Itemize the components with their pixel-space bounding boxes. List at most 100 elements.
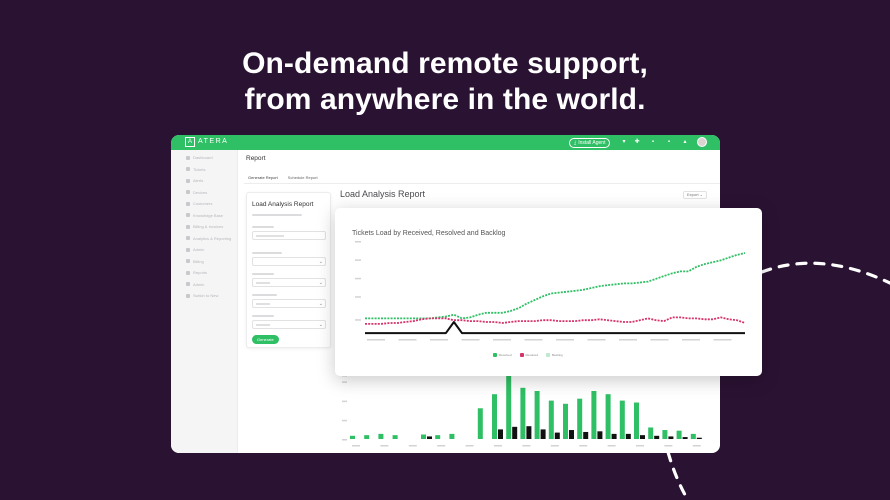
bar-received: [506, 375, 512, 439]
x-tick-mark: [494, 445, 502, 447]
x-tick-mark: [430, 339, 448, 341]
bar-received: [392, 435, 398, 439]
x-tick-mark: [465, 445, 474, 447]
headline-line-2: from anywhere in the world.: [244, 83, 646, 116]
y-tick-mark: [342, 419, 347, 422]
sidebar-item[interactable]: Tickets: [171, 164, 237, 176]
bar-backlog: [554, 432, 560, 439]
y-tick-mark: [342, 381, 347, 383]
series-line-backlog: [365, 321, 745, 335]
sidebar-item-icon: [186, 190, 190, 195]
chart-card: Tickets Load by Received, Resolved and B…: [335, 208, 762, 376]
export-button[interactable]: Export ⌄: [683, 191, 708, 199]
bar-received: [563, 403, 568, 439]
chat-icon[interactable]: ▪: [649, 138, 657, 146]
bar-backlog: [427, 436, 432, 439]
bar-backlog: [625, 433, 631, 439]
y-tick-mark: [355, 319, 361, 321]
install-agent-button[interactable]: ⤓ Install Agent: [569, 138, 611, 148]
bar-received: [591, 391, 597, 439]
bar-received: [634, 402, 639, 439]
bar-received: [605, 394, 611, 439]
bar-received: [492, 394, 497, 439]
video-icon[interactable]: ▪: [665, 138, 673, 146]
legend-label: Received: [499, 353, 512, 357]
y-tick-mark: [355, 241, 361, 243]
x-tick-mark: [619, 339, 637, 341]
bar-backlog: [654, 435, 660, 439]
x-tick-mark: [437, 445, 446, 447]
sidebar-item[interactable]: Dashboard: [171, 152, 237, 164]
sidebar-item-icon: [186, 167, 190, 172]
bar-backlog: [569, 430, 574, 439]
download-icon[interactable]: ▾: [620, 138, 628, 146]
bar-received: [548, 400, 554, 439]
bar-received: [648, 427, 654, 439]
bar-received: [477, 408, 483, 439]
x-tick-mark: [380, 445, 389, 447]
legend-label: Resolved: [525, 353, 539, 357]
bar-received: [619, 400, 625, 439]
sidebar-item[interactable]: Customers: [171, 198, 237, 210]
headline-line-1: On-demand remote support,: [242, 47, 648, 80]
sidebar-item-label: Devices: [193, 189, 208, 195]
bell-icon[interactable]: ▴: [681, 138, 689, 146]
bar-backlog: [597, 431, 603, 439]
bar-received: [435, 435, 441, 439]
analysis-title: Load Analysis Report: [340, 189, 426, 199]
bar-received: [421, 434, 426, 439]
y-tick-mark: [342, 400, 347, 403]
x-tick-mark: [352, 445, 360, 447]
plus-icon[interactable]: ✚: [633, 138, 641, 146]
logo-mark-icon: A: [185, 137, 195, 147]
x-tick-mark: [556, 339, 574, 341]
sidebar-item[interactable]: Alerts: [171, 175, 237, 187]
x-tick-mark: [587, 339, 606, 341]
bar-backlog: [640, 435, 645, 439]
x-tick-mark: [579, 445, 588, 447]
legend-swatch: [519, 353, 524, 357]
atera-logo[interactable]: A ATERA: [185, 137, 228, 147]
bar-received: [676, 430, 682, 439]
x-tick-mark: [692, 445, 701, 447]
x-tick-mark: [550, 445, 559, 447]
legend-swatch: [493, 353, 497, 357]
x-tick-mark: [682, 339, 700, 341]
top-bar: A ATERA ⤓ Install Agent ▾ ✚ ▪ ▪ ▴: [171, 135, 720, 150]
bar-received: [378, 433, 384, 439]
series-line-resolved: [365, 316, 746, 325]
bar-backlog: [682, 437, 688, 439]
x-tick-mark: [398, 339, 417, 341]
legend-item-resolved[interactable]: Resolved: [519, 353, 539, 357]
tab-divider: [244, 183, 720, 184]
bar-received: [534, 391, 540, 439]
legend-swatch: [546, 353, 551, 357]
bar-backlog: [526, 426, 532, 439]
download-icon: ⤓: [574, 140, 577, 146]
x-tick-mark: [650, 339, 669, 341]
bar-backlog: [668, 436, 674, 439]
install-agent-label: Install Agent: [578, 140, 606, 146]
legend-item-backlog[interactable]: Backlog: [546, 353, 563, 357]
legend-item-received[interactable]: Received: [493, 353, 512, 357]
avatar[interactable]: [697, 137, 707, 147]
sidebar-item[interactable]: Devices: [171, 187, 237, 199]
bar-received: [662, 430, 668, 439]
bar-received: [364, 435, 370, 439]
sidebar-item-icon: [186, 201, 190, 206]
sidebar-item-icon: [186, 178, 190, 183]
bar-backlog: [583, 431, 589, 439]
x-tick-mark: [408, 445, 417, 447]
x-tick-mark: [493, 339, 511, 341]
series-line-received: [365, 252, 746, 320]
x-tick-mark: [461, 339, 480, 341]
x-tick-mark: [713, 339, 732, 341]
page-title: Report: [246, 155, 266, 162]
bar-received: [577, 398, 583, 439]
filter-panel-title: Load Analysis Report: [252, 201, 314, 208]
logo-text: ATERA: [198, 138, 229, 145]
headline: On-demand remote support, from anywhere …: [0, 46, 890, 118]
sidebar-item-label: Customers: [193, 201, 213, 207]
x-tick-mark: [636, 445, 644, 447]
bar-backlog: [512, 426, 518, 439]
